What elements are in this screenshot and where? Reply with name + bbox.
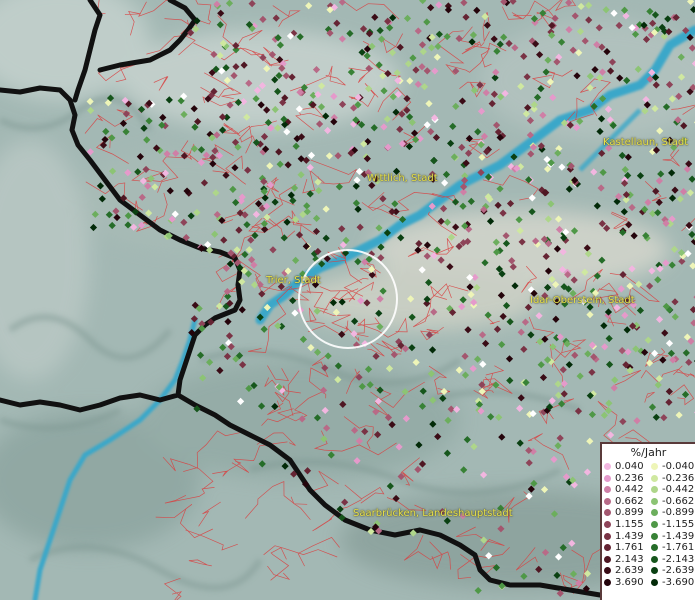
legend-swatch <box>651 474 658 482</box>
legend-swatch <box>604 521 611 528</box>
legend-swatch <box>651 463 658 470</box>
legend-label: -1.761 <box>662 542 695 554</box>
legend-swatch <box>604 509 611 517</box>
legend-label: 0.442 <box>615 484 644 496</box>
legend-label: -3.690 <box>662 577 695 588</box>
legend-entry-positive-8: 2.143 <box>604 554 644 565</box>
legend-label: -0.899 <box>662 507 695 519</box>
legend-entry-negative-2: -0.442 <box>651 484 694 495</box>
legend-label: -1.439 <box>662 530 695 542</box>
legend-entry-positive-5: 1.155 <box>604 519 644 530</box>
legend-swatch <box>604 463 611 470</box>
legend-label: 1.155 <box>615 519 644 530</box>
legend-entry-positive-2: 0.442 <box>604 484 644 495</box>
legend-label: 0.040 <box>615 461 644 472</box>
legend-label: 2.143 <box>615 553 644 565</box>
legend-label: -2.143 <box>662 553 695 565</box>
legend-label: 1.439 <box>615 530 644 542</box>
legend-swatch <box>604 555 611 563</box>
legend-entry-negative-9: -2.639 <box>651 565 694 576</box>
legend-entry-negative-5: -1.155 <box>651 519 694 530</box>
legend-entry-negative-3: -0.662 <box>651 496 694 507</box>
legend-swatch <box>651 532 658 540</box>
legend-entry-positive-1: 0.236 <box>604 473 644 484</box>
legend-entry-positive-0: 0.040 <box>604 461 644 472</box>
legend-label: -1.155 <box>662 519 695 530</box>
legend-label: 2.639 <box>615 565 644 577</box>
legend-label: 0.236 <box>615 472 644 484</box>
legend-label: -0.662 <box>662 495 695 507</box>
legend-swatch <box>604 486 611 494</box>
legend-swatch <box>604 579 611 586</box>
legend-title: %/Jahr <box>630 446 667 459</box>
legend-swatch <box>604 497 611 505</box>
city-label-wittlich: Wittlich, Stadt <box>367 173 438 184</box>
legend-label: -0.040 <box>662 461 695 472</box>
legend-swatch <box>651 521 658 528</box>
legend-swatch <box>604 474 611 482</box>
legend-label: -0.236 <box>662 472 695 484</box>
legend-entry-negative-7: -1.761 <box>651 542 694 553</box>
city-label-saarbruecken: Saarbrücken, Landeshauptstadt <box>353 508 513 519</box>
legend: %/Jahr 0.040 0.236 0.442 0.662 0.899 1.155 1.4… <box>600 442 695 600</box>
legend-swatch <box>604 567 611 575</box>
legend-swatch <box>651 486 658 494</box>
legend-swatch <box>604 532 611 540</box>
legend-swatch <box>651 555 658 563</box>
legend-swatch <box>651 509 658 517</box>
legend-entry-positive-10: 3.690 <box>604 577 644 588</box>
legend-entry-positive-4: 0.899 <box>604 507 644 518</box>
legend-entry-positive-9: 2.639 <box>604 565 644 576</box>
legend-label: 0.662 <box>615 495 644 507</box>
legend-swatch <box>651 579 658 586</box>
legend-entry-positive-6: 1.439 <box>604 531 644 542</box>
city-label-trier: Trier, Stadt <box>266 275 321 286</box>
legend-swatch <box>651 544 658 552</box>
legend-swatch <box>604 544 611 552</box>
legend-swatch <box>651 567 658 575</box>
legend-swatch <box>651 497 658 505</box>
legend-entry-negative-6: -1.439 <box>651 531 694 542</box>
legend-entry-negative-4: -0.899 <box>651 507 694 518</box>
legend-label: 0.899 <box>615 507 644 519</box>
legend-entry-negative-1: -0.236 <box>651 473 694 484</box>
legend-label: 3.690 <box>615 577 644 588</box>
map-view[interactable]: Wittlich, Stadt Kastellaun, Stadt Trier,… <box>0 0 695 600</box>
legend-entry-negative-0: -0.040 <box>651 461 694 472</box>
legend-entry-negative-10: -3.690 <box>651 577 694 588</box>
legend-entry-positive-7: 1.761 <box>604 542 644 553</box>
city-label-idar-oberstein: Idar-Oberstein, Stadt <box>530 295 635 306</box>
city-label-kastellaun: Kastellaun, Stadt <box>603 137 689 148</box>
legend-label: 1.761 <box>615 542 644 554</box>
legend-label: -0.442 <box>662 484 695 496</box>
legend-entry-positive-3: 0.662 <box>604 496 644 507</box>
legend-entry-negative-8: -2.143 <box>651 554 694 565</box>
legend-label: -2.639 <box>662 565 695 577</box>
